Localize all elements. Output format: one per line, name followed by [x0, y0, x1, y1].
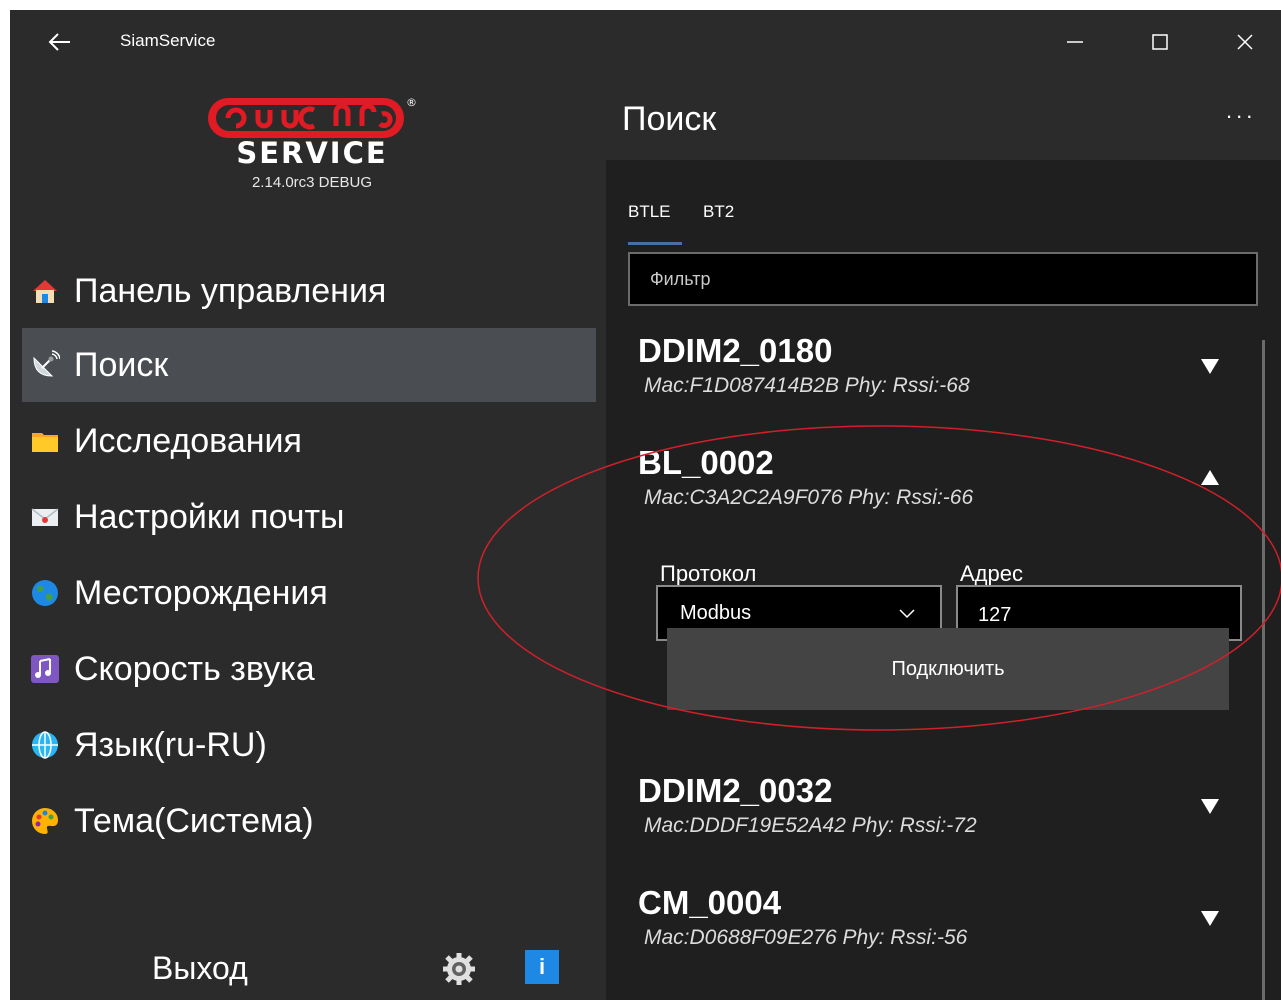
tab-bt2[interactable]: BT2 — [703, 202, 734, 222]
app-window: SiamService ® SERVICE 2.14.0rc3 DEBUG Па… — [10, 10, 1281, 1000]
sidebar: ® SERVICE 2.14.0rc3 DEBUG Панель управле… — [10, 74, 606, 1000]
chevron-down-icon — [899, 609, 915, 619]
language-icon — [32, 731, 58, 759]
info-icon: i — [538, 954, 546, 979]
globe-icon — [32, 580, 58, 606]
protocol-label: Протокол — [660, 561, 757, 586]
device-info: Mac:F1D087414B2B Phy: Rssi:-68 — [644, 374, 970, 397]
logo-service-text: SERVICE — [236, 136, 388, 170]
sidebar-item-theme[interactable]: Тема(Система) — [22, 784, 596, 858]
exit-button[interactable]: Выход — [152, 950, 248, 987]
device-info: Mac:DDDF19E52A42 Phy: Rssi:-72 — [644, 814, 977, 837]
sidebar-item-label: Настройки почты — [74, 497, 345, 536]
address-label: Адрес — [960, 561, 1023, 586]
chevron-down-icon[interactable] — [1198, 354, 1222, 378]
chevron-down-icon[interactable] — [1198, 794, 1222, 818]
protocol-value: Modbus — [680, 602, 752, 624]
scrollbar[interactable] — [1262, 340, 1265, 1000]
device-name: BL_0002 — [638, 444, 774, 481]
minimize-icon[interactable] — [1055, 22, 1095, 62]
siam-logo-icon: ® — [208, 96, 416, 138]
sidebar-item-research[interactable]: Исследования — [22, 404, 596, 478]
home-icon — [33, 280, 57, 303]
device-item[interactable]: CM_0004 Mac:D0688F09E276 Phy: Rssi:-56 — [638, 884, 1238, 950]
sidebar-item-language[interactable]: Язык(ru-RU) — [22, 708, 596, 782]
tab-selected-indicator — [628, 242, 682, 245]
sidebar-item-label: Панель управления — [74, 271, 387, 310]
maximize-icon[interactable] — [1140, 22, 1180, 62]
device-info: Mac:C3A2C2A9F076 Phy: Rssi:-66 — [644, 486, 974, 509]
sidebar-item-mail-settings[interactable]: Настройки почты — [22, 480, 596, 554]
device-item[interactable]: DDIM2_0180 Mac:F1D087414B2B Phy: Rssi:-6… — [638, 332, 1238, 398]
palette-icon — [32, 808, 58, 834]
sidebar-item-label: Язык(ru-RU) — [74, 725, 267, 764]
filter-input[interactable]: Фильтр — [628, 252, 1258, 306]
device-item[interactable]: DDIM2_0032 Mac:DDDF19E52A42 Phy: Rssi:-7… — [638, 772, 1238, 838]
svg-text:®: ® — [406, 96, 416, 109]
chevron-down-icon[interactable] — [1198, 906, 1222, 930]
sidebar-item-label: Скорость звука — [74, 649, 315, 688]
back-arrow-icon[interactable] — [46, 28, 74, 56]
sidebar-item-sound-speed[interactable]: Скорость звука — [22, 632, 596, 706]
app-version: 2.14.0rc3 DEBUG — [251, 174, 373, 191]
close-icon[interactable] — [1225, 22, 1265, 62]
title-bar: SiamService — [10, 10, 1281, 74]
gear-icon[interactable] — [442, 952, 476, 986]
music-icon — [31, 655, 59, 683]
sidebar-item-search[interactable]: Поиск — [22, 328, 596, 402]
sidebar-item-label: Тема(Система) — [74, 801, 314, 840]
device-info: Mac:D0688F09E276 Phy: Rssi:-56 — [644, 926, 968, 949]
tab-btle[interactable]: BTLE — [628, 202, 671, 222]
device-name: DDIM2_0180 — [638, 332, 833, 369]
mail-icon — [31, 508, 59, 526]
folder-icon — [32, 433, 58, 452]
sidebar-item-dashboard[interactable]: Панель управления — [22, 254, 596, 328]
sidebar-item-fields[interactable]: Месторождения — [22, 556, 596, 630]
sidebar-item-label: Поиск — [74, 345, 169, 384]
app-logo: ® SERVICE 2.14.0rc3 DEBUG — [202, 92, 422, 222]
connect-button[interactable]: Подключить — [667, 628, 1229, 710]
info-button[interactable]: i — [525, 950, 559, 984]
window-title: SiamService — [120, 31, 216, 50]
chevron-up-icon[interactable] — [1198, 466, 1222, 490]
sidebar-item-label: Исследования — [74, 421, 302, 460]
more-options-button[interactable]: ... — [1226, 98, 1256, 124]
device-item-expanded[interactable]: BL_0002 Mac:C3A2C2A9F076 Phy: Rssi:-66 — [638, 444, 1238, 510]
device-name: CM_0004 — [638, 884, 782, 921]
sidebar-item-label: Месторождения — [74, 573, 328, 612]
page-title: Поиск — [622, 100, 717, 138]
satellite-dish-icon — [33, 350, 60, 377]
device-name: DDIM2_0032 — [638, 772, 833, 809]
